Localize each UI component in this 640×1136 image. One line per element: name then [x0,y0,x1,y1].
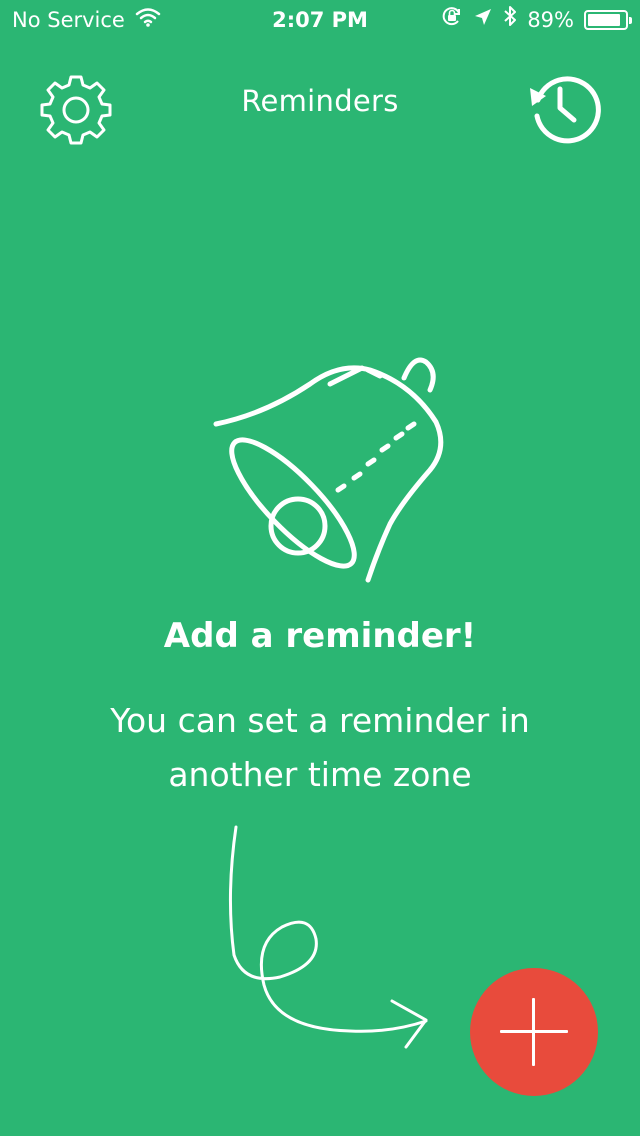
status-bar: No Service 2:07 PM 89% [0,0,640,40]
battery-fill [588,14,621,26]
empty-state-heading: Add a reminder! [163,616,477,656]
plus-icon-vertical [532,998,535,1066]
battery-icon [584,10,632,30]
bell-illustration [190,340,450,600]
bluetooth-icon [503,0,517,40]
empty-state-subtext: You can set a reminder in another time z… [110,701,530,794]
battery-percent: 89% [527,8,574,32]
history-icon [530,76,601,144]
location-arrow-icon [473,0,493,40]
orientation-lock-icon [441,0,463,40]
history-button[interactable] [524,68,604,148]
curly-arrow-icon [228,825,428,1049]
add-reminder-button[interactable] [470,968,598,1096]
navbar: Reminders [0,60,640,150]
pointer-arrow [220,815,460,1055]
status-right: 89% [441,0,632,40]
bell-icon [213,357,444,583]
